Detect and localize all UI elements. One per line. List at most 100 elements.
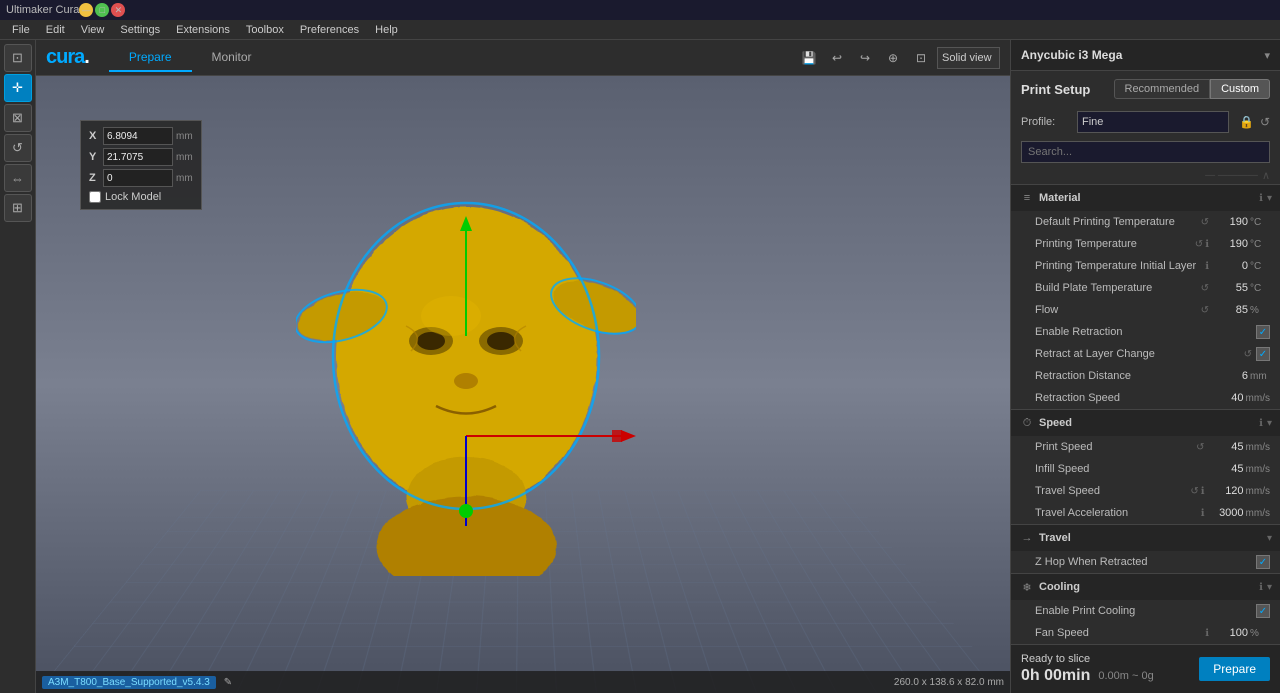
flow-value: 85 xyxy=(1213,304,1248,316)
profile-lock-icon[interactable]: 🔒 xyxy=(1239,115,1254,129)
y-unit: mm xyxy=(176,152,193,163)
speed-info-icon[interactable]: ℹ xyxy=(1259,418,1263,429)
menu-view[interactable]: View xyxy=(73,24,113,36)
info-icon-6[interactable]: ℹ xyxy=(1205,628,1209,639)
cooling-collapse-icon[interactable]: ▾ xyxy=(1267,582,1272,593)
info-icon-4[interactable]: ℹ xyxy=(1201,486,1205,497)
reset-icon[interactable]: ↺ xyxy=(1201,217,1209,228)
header: cura. Prepare Monitor 💾 ↩ ↪ ⊕ ⊡ Solid vi… xyxy=(36,40,1010,76)
profile-select[interactable]: Fine Normal Draft xyxy=(1077,111,1229,133)
menu-preferences[interactable]: Preferences xyxy=(292,24,367,36)
zhop-checkbox[interactable]: ✓ xyxy=(1256,555,1270,569)
right-panel: Anycubic i3 Mega ▾ Print Setup Recommend… xyxy=(1010,40,1280,693)
reset-icon-5[interactable]: ↺ xyxy=(1244,349,1252,360)
edit-file-icon[interactable]: ✎ xyxy=(224,677,232,688)
fan-speed-icons: ℹ xyxy=(1205,628,1209,639)
printer-dropdown-icon[interactable]: ▾ xyxy=(1264,49,1270,62)
viewport[interactable]: cura. Prepare Monitor 💾 ↩ ↪ ⊕ ⊡ Solid vi… xyxy=(36,40,1010,693)
section-material[interactable]: ≡ Material ℹ ▾ xyxy=(1011,184,1280,211)
minimize-button[interactable]: — xyxy=(79,3,93,17)
slice-button[interactable]: Prepare xyxy=(1199,657,1270,681)
menu-help[interactable]: Help xyxy=(367,24,406,36)
print-temp-icons: ↺ ℹ xyxy=(1195,239,1209,250)
reset-icon-7[interactable]: ↺ xyxy=(1190,486,1198,497)
fan-speed-label: Fan Speed xyxy=(1035,627,1205,639)
setup-title: Print Setup xyxy=(1021,82,1090,97)
tab-custom[interactable]: Custom xyxy=(1210,79,1270,99)
search-row xyxy=(1011,137,1280,167)
tab-prepare[interactable]: Prepare xyxy=(109,44,192,72)
travel-collapse-icon[interactable]: ▾ xyxy=(1267,533,1272,544)
tab-monitor[interactable]: Monitor xyxy=(192,44,272,72)
flow-icons: ↺ xyxy=(1201,305,1209,316)
setting-print-temp: Printing Temperature ↺ ℹ 190 °C xyxy=(1011,233,1280,255)
search-input[interactable] xyxy=(1021,141,1270,163)
info-icon-5[interactable]: ℹ xyxy=(1201,508,1205,519)
zoom-fit-icon[interactable]: ⊡ xyxy=(909,46,933,70)
setting-fan-speed: Fan Speed ℹ 100 % xyxy=(1011,622,1280,644)
lock-model-checkbox[interactable] xyxy=(89,191,101,203)
menu-toolbox[interactable]: Toolbox xyxy=(238,24,292,36)
retract-layer-checkbox[interactable]: ✓ xyxy=(1256,347,1270,361)
section-travel[interactable]: → Travel ▾ xyxy=(1011,524,1280,551)
reset-icon-6[interactable]: ↺ xyxy=(1196,442,1204,453)
enable-retraction-checkbox[interactable]: ✓ xyxy=(1256,325,1270,339)
logo: cura. xyxy=(46,46,89,69)
hidden-section-placeholder: — ———— ∧ xyxy=(1011,167,1280,184)
view-mode-select[interactable]: Solid view X-Ray Layer view xyxy=(937,47,1000,69)
enable-cooling-checkbox[interactable]: ✓ xyxy=(1256,604,1270,618)
print-temp-initial-unit: °C xyxy=(1250,261,1270,272)
scale-tool-button[interactable]: ⊠ xyxy=(4,104,32,132)
menu-settings[interactable]: Settings xyxy=(112,24,168,36)
x-coord-row: X mm xyxy=(89,127,193,145)
material-section-title: Material xyxy=(1039,192,1255,204)
print-temp-label: Printing Temperature xyxy=(1035,238,1195,250)
y-coord-row: Y mm xyxy=(89,148,193,166)
rotate-tool-button[interactable]: ↺ xyxy=(4,134,32,162)
fan-speed-unit: % xyxy=(1250,628,1270,639)
profile-reset-icon[interactable]: ↺ xyxy=(1260,115,1270,129)
info-icon-2[interactable]: ℹ xyxy=(1205,239,1209,250)
print-temp-value: 190 xyxy=(1213,238,1248,250)
y-input[interactable] xyxy=(103,148,173,166)
speed-collapse-icon[interactable]: ▾ xyxy=(1267,418,1272,429)
tab-recommended[interactable]: Recommended xyxy=(1114,79,1211,99)
collapse-top-icon[interactable]: ∧ xyxy=(1262,169,1270,182)
setting-travel-speed: Travel Speed ↺ ℹ 120 mm/s xyxy=(1011,480,1280,502)
printer-header[interactable]: Anycubic i3 Mega ▾ xyxy=(1011,40,1280,71)
info-icon-3[interactable]: ℹ xyxy=(1205,261,1209,272)
flow-label: Flow xyxy=(1035,304,1201,316)
infill-speed-label: Infill Speed xyxy=(1035,463,1209,475)
profile-label: Profile: xyxy=(1021,116,1071,128)
section-cooling[interactable]: ❄ Cooling ℹ ▾ xyxy=(1011,573,1280,600)
maximize-button[interactable]: □ xyxy=(95,3,109,17)
mirror-tool-button[interactable]: ⇔ xyxy=(4,164,32,192)
close-button[interactable]: ✕ xyxy=(111,3,125,17)
z-input[interactable] xyxy=(103,169,173,187)
center-icon[interactable]: ⊕ xyxy=(881,46,905,70)
open-file-button[interactable]: ⊡ xyxy=(4,44,32,72)
retraction-speed-unit: mm/s xyxy=(1246,393,1270,404)
menu-file[interactable]: File xyxy=(4,24,38,36)
travel-accel-label: Travel Acceleration xyxy=(1035,507,1201,519)
speed-section-title: Speed xyxy=(1039,417,1255,429)
file-name-badge[interactable]: A3M_T800_Base_Supported_v5.4.3 xyxy=(42,676,216,689)
yoda-model xyxy=(296,156,636,576)
per-model-button[interactable]: ⊞ xyxy=(4,194,32,222)
reset-icon-4[interactable]: ↺ xyxy=(1201,305,1209,316)
save-to-file-icon[interactable]: 💾 xyxy=(797,46,821,70)
material-collapse-icon[interactable]: ▾ xyxy=(1267,193,1272,204)
reset-icon-3[interactable]: ↺ xyxy=(1201,283,1209,294)
cooling-info-icon[interactable]: ℹ xyxy=(1259,582,1263,593)
redo-icon[interactable]: ↪ xyxy=(853,46,877,70)
undo-icon[interactable]: ↩ xyxy=(825,46,849,70)
x-input[interactable] xyxy=(103,127,173,145)
material-info-icon[interactable]: ℹ xyxy=(1259,193,1263,204)
reset-icon-2[interactable]: ↺ xyxy=(1195,239,1203,250)
menu-extensions[interactable]: Extensions xyxy=(168,24,238,36)
menu-edit[interactable]: Edit xyxy=(38,24,73,36)
move-tool-button[interactable]: ✛ xyxy=(4,74,32,102)
section-speed[interactable]: ⏱ Speed ℹ ▾ xyxy=(1011,409,1280,436)
default-print-temp-label: Default Printing Temperature xyxy=(1035,216,1201,228)
viewport-canvas[interactable]: X mm Y mm Z mm Lock Model xyxy=(36,76,1010,693)
